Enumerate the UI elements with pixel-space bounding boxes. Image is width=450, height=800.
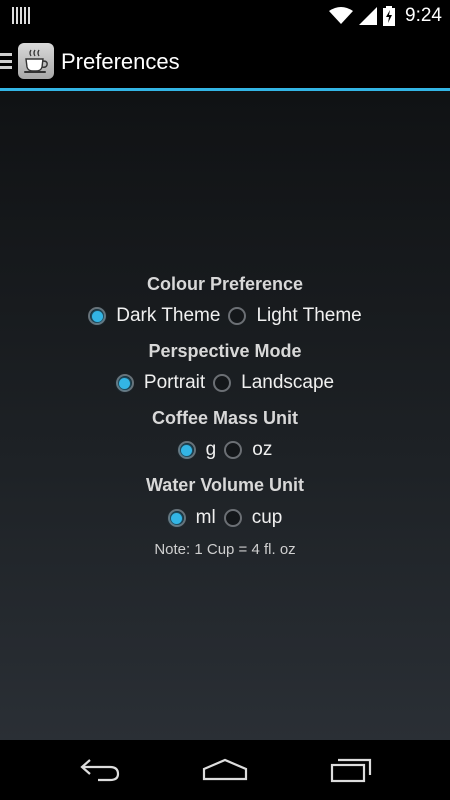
back-icon[interactable] [75, 754, 125, 786]
dark-theme-label[interactable]: Dark Theme [116, 305, 220, 327]
home-icon[interactable] [200, 754, 250, 786]
light-theme-label[interactable]: Light Theme [256, 305, 361, 327]
preferences-panel: Colour Preference Dark Theme Light Theme… [0, 91, 450, 740]
ounces-radio[interactable] [224, 441, 243, 459]
dark-theme-radio[interactable] [88, 307, 107, 325]
status-icons: 9:24 [329, 0, 442, 32]
dark-theme-option[interactable]: Dark Theme [88, 305, 220, 327]
ml-option[interactable]: ml [167, 507, 216, 529]
colour-preference-group: Dark Theme Light Theme [0, 305, 450, 327]
signal-icon [359, 7, 378, 25]
grams-radio[interactable] [177, 441, 196, 459]
water-volume-unit-title: Water Volume Unit [145, 475, 304, 495]
light-theme-radio[interactable] [228, 307, 247, 325]
notification-bars-icon [12, 7, 30, 24]
wifi-icon [329, 7, 354, 24]
unit-note: Note: 1 Cup = 4 fl. oz [154, 541, 296, 558]
grams-label[interactable]: g [206, 439, 217, 461]
status-bar: 9:24 [0, 0, 450, 32]
screen: 9:24 Preferences Colour Preference Dark … [0, 0, 450, 800]
perspective-mode-title: Perspective Mode [148, 341, 302, 361]
light-theme-option[interactable]: Light Theme [228, 305, 362, 327]
portrait-option[interactable]: Portrait [115, 372, 205, 394]
coffee-mass-unit-group: g oz [0, 439, 450, 461]
grams-option[interactable]: g [177, 439, 217, 461]
action-bar: Preferences [0, 32, 450, 90]
cup-option[interactable]: cup [223, 507, 283, 529]
portrait-label[interactable]: Portrait [144, 372, 205, 394]
colour-preference-title: Colour Preference [146, 274, 304, 294]
cup-radio[interactable] [223, 509, 242, 527]
landscape-radio[interactable] [213, 374, 232, 392]
perspective-mode-group: Portrait Landscape [0, 372, 450, 394]
navigation-bar [0, 740, 450, 800]
recent-apps-icon[interactable] [326, 754, 376, 786]
landscape-label[interactable]: Landscape [241, 372, 334, 394]
page-title: Preferences [61, 49, 180, 74]
portrait-radio[interactable] [115, 374, 134, 392]
coffee-mass-unit-title: Coffee Mass Unit [151, 408, 299, 428]
drawer-indicator-icon[interactable] [0, 53, 12, 69]
cup-label[interactable]: cup [252, 507, 283, 529]
coffee-cup-icon[interactable] [18, 43, 54, 79]
landscape-option[interactable]: Landscape [213, 372, 334, 394]
water-volume-unit-group: ml cup [0, 507, 450, 529]
ml-label[interactable]: ml [196, 507, 216, 529]
ounces-label[interactable]: oz [252, 439, 272, 461]
battery-charging-icon [383, 6, 396, 26]
ounces-option[interactable]: oz [224, 439, 272, 461]
status-time: 9:24 [405, 5, 442, 26]
ml-radio[interactable] [167, 509, 186, 527]
